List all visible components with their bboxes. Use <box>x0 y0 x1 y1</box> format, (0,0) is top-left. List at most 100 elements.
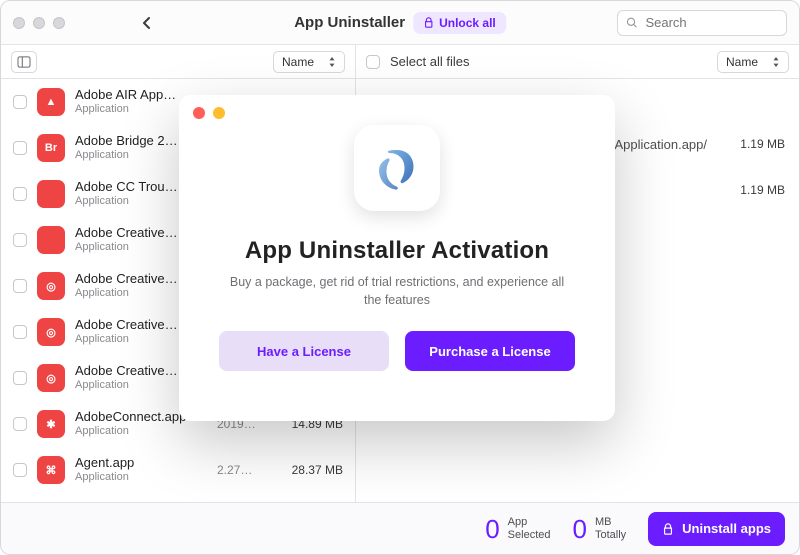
checkbox-icon[interactable] <box>13 325 27 339</box>
checkbox-icon[interactable] <box>13 371 27 385</box>
footer-bar: 0 App Selected 0 MB Totally Uninstall ap… <box>1 502 799 554</box>
app-subtype: Application <box>75 287 178 300</box>
app-text: Adobe Bridge 2…Application <box>75 134 178 162</box>
logo-icon <box>373 144 421 192</box>
app-name: Adobe Bridge 2… <box>75 134 178 149</box>
have-license-button[interactable]: Have a License <box>219 331 389 371</box>
unlock-all-button[interactable]: Unlock all <box>413 12 506 34</box>
selected-count: 0 <box>485 516 499 542</box>
app-text: Agent.appApplication <box>75 456 134 484</box>
sort-updown-icon <box>772 57 780 67</box>
search-field[interactable] <box>617 10 787 36</box>
app-subtype: Application <box>75 471 134 484</box>
purchase-license-button[interactable]: Purchase a License <box>405 331 575 371</box>
modal-minimize-dot[interactable] <box>213 107 225 119</box>
layout-toggle[interactable] <box>11 51 37 73</box>
app-subtype: Application <box>75 241 178 254</box>
selected-top: App <box>508 516 551 529</box>
app-subtype: Application <box>75 333 178 346</box>
close-dot[interactable] <box>13 17 25 29</box>
checkbox-icon[interactable] <box>13 233 27 247</box>
back-button[interactable] <box>135 11 159 35</box>
app-text: Adobe Creative…Application <box>75 226 178 254</box>
right-sort-label: Name <box>726 55 758 69</box>
app-text: Adobe Creative…Application <box>75 318 178 346</box>
app-subtype: Application <box>75 379 178 392</box>
app-subtype: Application <box>75 425 186 438</box>
app-row[interactable]: ⌘ Agent.appApplication 2.27… 28.37 MB <box>1 447 355 493</box>
app-subtype: Application <box>75 195 178 208</box>
toolbar-right: Select all files Name <box>356 45 799 78</box>
window-controls <box>13 17 65 29</box>
app-name: AdobeConnect.app <box>75 410 186 425</box>
columns-icon <box>17 56 31 68</box>
app-icon: ◎ <box>37 364 65 392</box>
app-text: AdobeConnect.appApplication <box>75 410 186 438</box>
purchase-license-label: Purchase a License <box>429 344 550 359</box>
select-all-label: Select all files <box>390 54 469 69</box>
app-icon: ▲ <box>37 88 65 116</box>
app-name: Adobe CC Trou… <box>75 180 178 195</box>
file-size: 1.19 MB <box>727 183 785 197</box>
toolbar-row: Name Select all files Name <box>1 45 799 79</box>
size-count: 0 <box>572 516 586 542</box>
checkbox-icon[interactable] <box>13 187 27 201</box>
app-icon <box>37 180 65 208</box>
size-top: MB <box>595 516 626 529</box>
app-name: Adobe Creative… <box>75 318 178 333</box>
app-date: 2.27… <box>217 463 261 477</box>
app-subtype: Application <box>75 103 176 116</box>
checkbox-icon[interactable] <box>13 463 27 477</box>
app-icon: ⌘ <box>37 456 65 484</box>
app-name: Agent.app <box>75 456 134 471</box>
selected-bot: Selected <box>508 529 551 542</box>
lock-icon <box>423 17 434 28</box>
sort-updown-icon <box>328 57 336 67</box>
app-size: 28.37 MB <box>281 463 343 477</box>
app-text: Adobe Creative…Application <box>75 272 178 300</box>
checkbox-icon[interactable] <box>13 417 27 431</box>
select-all-checkbox[interactable]: Select all files <box>366 54 469 69</box>
stat-selected: 0 App Selected <box>485 516 550 542</box>
modal-close-dot[interactable] <box>193 107 205 119</box>
app-window: App Uninstaller Unlock all Name Selec <box>0 0 800 555</box>
checkbox-icon[interactable] <box>13 141 27 155</box>
left-sort-label: Name <box>282 55 314 69</box>
app-text: Adobe AIR App…Application <box>75 88 176 116</box>
app-name: Adobe Creative… <box>75 226 178 241</box>
modal-buttons: Have a License Purchase a License <box>219 331 575 371</box>
minimize-dot[interactable] <box>33 17 45 29</box>
title-center: App Uninstaller Unlock all <box>294 12 506 34</box>
right-sort-dropdown[interactable]: Name <box>717 51 789 73</box>
have-license-label: Have a License <box>257 344 351 359</box>
app-icon: ◎ <box>37 318 65 346</box>
checkbox-icon[interactable] <box>13 279 27 293</box>
stat-size: 0 MB Totally <box>572 516 626 542</box>
zoom-dot[interactable] <box>53 17 65 29</box>
left-sort-dropdown[interactable]: Name <box>273 51 345 73</box>
titlebar: App Uninstaller Unlock all <box>1 1 799 45</box>
page-title: App Uninstaller <box>294 14 405 31</box>
modal-title: App Uninstaller Activation <box>245 237 549 265</box>
app-icon: ◎ <box>37 272 65 300</box>
app-icon: Br <box>37 134 65 162</box>
checkbox-icon[interactable] <box>13 95 27 109</box>
toolbar-left: Name <box>1 45 356 78</box>
app-subtype: Application <box>75 149 178 162</box>
modal-desc: Buy a package, get rid of trial restrict… <box>227 273 567 309</box>
app-name: Adobe Creative… <box>75 364 178 379</box>
app-icon <box>37 226 65 254</box>
uninstall-label: Uninstall apps <box>682 521 771 536</box>
lock-icon <box>662 523 674 535</box>
app-icon: ✱ <box>37 410 65 438</box>
unlock-label: Unlock all <box>439 16 496 30</box>
app-name: Adobe Creative… <box>75 272 178 287</box>
chevron-left-icon <box>141 17 153 29</box>
app-logo <box>354 125 440 211</box>
uninstall-button[interactable]: Uninstall apps <box>648 512 785 546</box>
search-icon <box>626 16 637 29</box>
app-text: Adobe CC Trou…Application <box>75 180 178 208</box>
file-size: 1.19 MB <box>727 137 785 151</box>
search-input[interactable] <box>643 14 778 31</box>
activation-modal: App Uninstaller Activation Buy a package… <box>179 95 615 421</box>
